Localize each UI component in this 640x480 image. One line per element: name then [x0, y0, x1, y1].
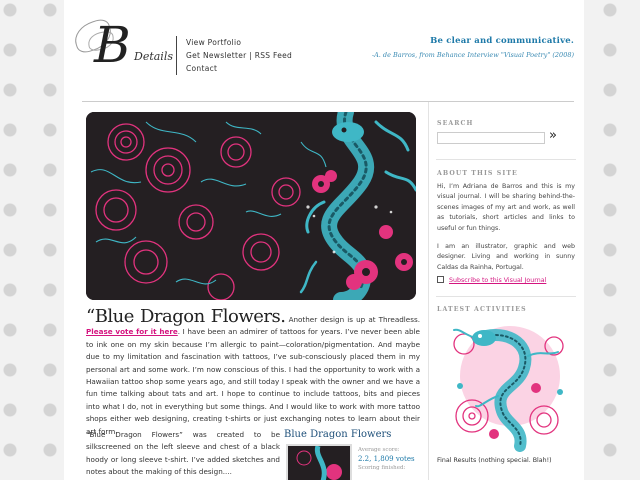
- logo-monogram: B: [94, 16, 131, 74]
- about-paragraph-1: Hi, I’m Adriana de Barros and this is my…: [437, 183, 575, 232]
- post-extra-text: “Blue Dragon Flowers” was created to be …: [86, 430, 280, 477]
- post-body: “Blue Dragon Flowers. Another design is …: [86, 308, 420, 438]
- about-heading: ABOUT THIS SITE: [437, 170, 518, 177]
- avg-score-label: Average score:: [358, 447, 400, 453]
- widget-meta: Average score: 2.2, 1,809 votes Scoring …: [358, 446, 415, 473]
- about-text: Hi, I’m Adriana de Barros and this is my…: [437, 182, 575, 281]
- rss-subscribe-icon[interactable]: [437, 276, 444, 283]
- page: B Details View Portfolio Get Newsletter …: [64, 0, 584, 480]
- nav-contact[interactable]: Contact: [186, 64, 217, 73]
- thumbnail-illustration: [288, 446, 350, 480]
- nav-get-newsletter[interactable]: Get Newsletter: [186, 51, 247, 60]
- threadless-widget: Blue Dragon Flowers Average score: 2.2, …: [284, 429, 420, 480]
- nav-rss-feed[interactable]: RSS Feed: [255, 51, 292, 60]
- post-intro: Another design is up at Threadless.: [288, 315, 420, 324]
- quote-text: Be clear and communicative.: [430, 36, 574, 46]
- hero-image-blue-dragon-flowers[interactable]: [86, 112, 416, 300]
- sidebar-divider: [428, 102, 429, 480]
- design-thumbnail[interactable]: [286, 444, 352, 480]
- nav-separator: |: [249, 51, 253, 60]
- latest-activities-heading: LATEST ACTIVITIES: [437, 306, 527, 313]
- main-content: “Blue Dragon Flowers. Another design is …: [82, 102, 428, 480]
- vote-link[interactable]: Please vote for it here: [86, 327, 178, 336]
- post-title: “Blue Dragon Flowers.: [86, 306, 286, 327]
- search-heading: SEARCH: [437, 120, 474, 127]
- sidebar-divider-2: [436, 296, 576, 297]
- subscribe-link[interactable]: Subscribe to this Visual Journal: [449, 277, 546, 284]
- logo-text: Details: [134, 50, 173, 63]
- search-input[interactable]: [437, 132, 545, 144]
- header-nav: View Portfolio Get Newsletter | RSS Feed…: [176, 36, 292, 75]
- scoring-label: Scoring finished:: [358, 465, 406, 471]
- quote-credit: -A. de Barros, from Behance Interview "V…: [371, 51, 574, 59]
- hero-illustration: [86, 112, 416, 300]
- latest-activity-caption: Final Results (nothing special. Blah!): [437, 457, 552, 464]
- post-extra: “Blue Dragon Flowers” was created to be …: [86, 429, 420, 480]
- header-quote: Be clear and communicative. -A. de Barro…: [372, 36, 574, 59]
- about-paragraph-2: I am an illustrator, graphic and web des…: [437, 243, 575, 271]
- dragon-flower-art: [436, 316, 576, 452]
- widget-title[interactable]: Blue Dragon Flowers: [284, 429, 420, 441]
- subscribe-row: Subscribe to this Visual Journal: [437, 276, 546, 284]
- double-chevron-right-icon[interactable]: »: [549, 128, 557, 143]
- latest-activity-image[interactable]: [436, 316, 576, 452]
- sidebar-divider-1: [436, 159, 576, 160]
- sidebar: SEARCH » ABOUT THIS SITE Hi, I’m Adriana…: [436, 102, 578, 480]
- avg-score-value: 2.2, 1,809 votes: [358, 455, 415, 463]
- post-text: . I have been an admirer of tattoos for …: [86, 327, 420, 436]
- nav-view-portfolio[interactable]: View Portfolio: [186, 38, 241, 47]
- site-logo[interactable]: B Details: [70, 16, 173, 80]
